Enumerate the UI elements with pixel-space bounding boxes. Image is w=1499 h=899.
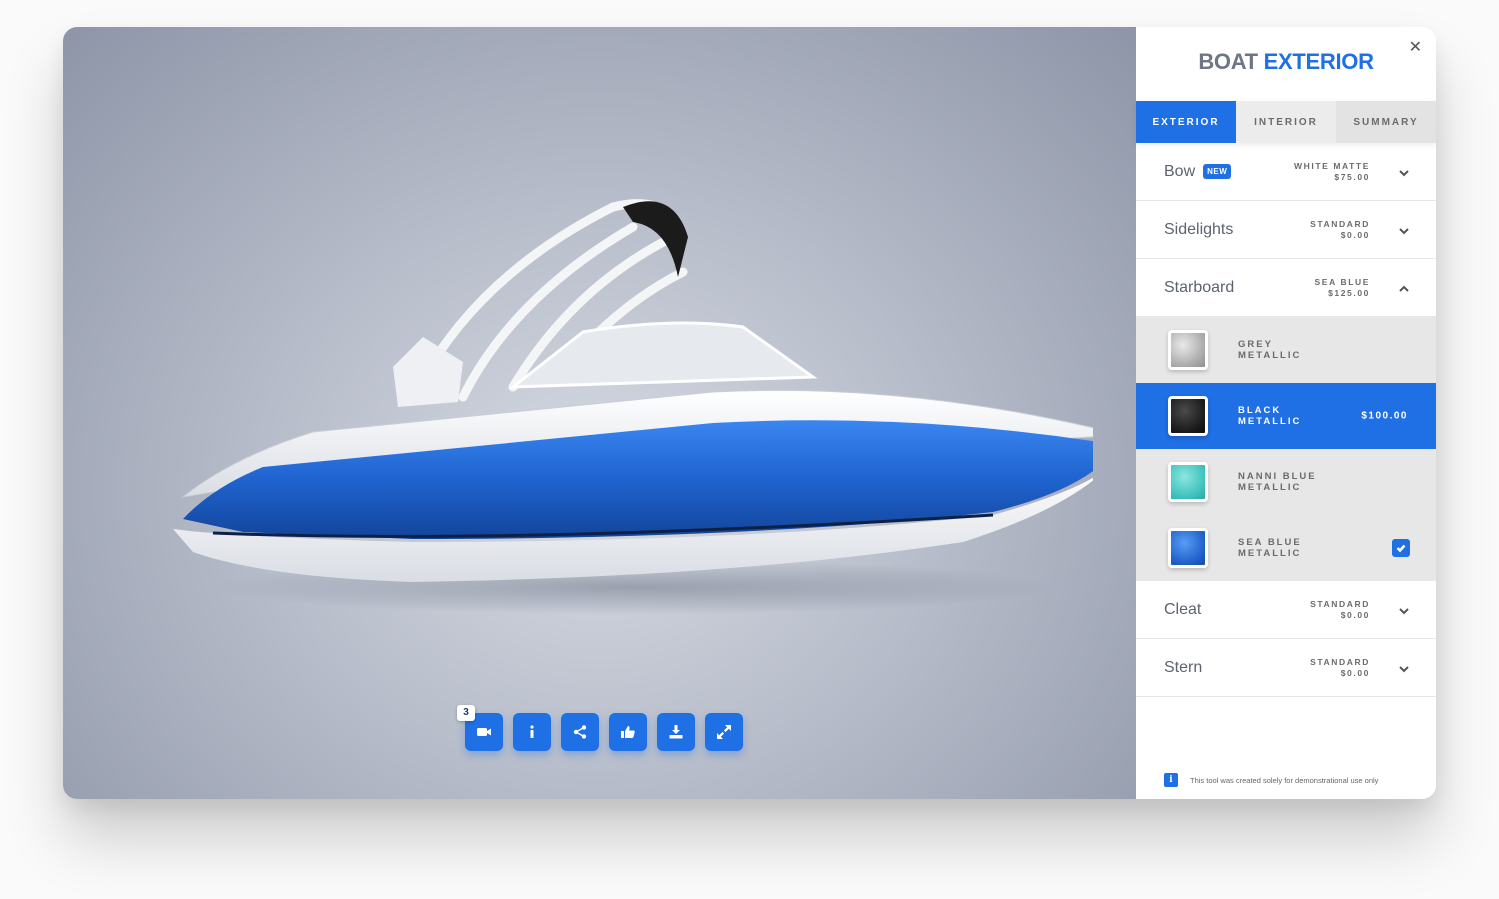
chevron-down-icon	[1398, 224, 1410, 236]
option-row-cleat[interactable]: Cleat STANDARD $0.00	[1136, 581, 1436, 639]
thumbs-up-icon	[621, 726, 635, 738]
swatch-black-metallic	[1168, 396, 1208, 436]
video-camera-icon	[477, 728, 491, 736]
configurator-window: 3 ✕ BOAT EXTERIOR EXTERIOR INTERIOR SUMM…	[63, 27, 1436, 799]
expand-icon	[717, 725, 731, 739]
swatch-row-black-metallic[interactable]: BLACK METALLIC $100.00	[1136, 383, 1436, 449]
info-icon	[530, 725, 534, 738]
checkmark-icon[interactable]	[1392, 539, 1410, 557]
swatch-row-nanni-blue-metallic[interactable]: NANNI BLUE METALLIC	[1136, 449, 1436, 515]
option-name: Cleat	[1164, 600, 1202, 618]
like-button[interactable]	[609, 713, 647, 751]
swatch-price: $100.00	[1361, 410, 1408, 422]
options-list: Bow NEW WHITE MATTE $75.00 Sidelights ST…	[1136, 143, 1436, 697]
boat-viewer[interactable]: 3	[63, 27, 1136, 799]
disclaimer-text: This tool was created solely for demonst…	[1190, 775, 1379, 785]
download-icon	[669, 725, 683, 739]
tab-interior[interactable]: INTERIOR	[1236, 101, 1336, 143]
tab-exterior[interactable]: EXTERIOR	[1136, 101, 1236, 143]
info-button[interactable]	[513, 713, 551, 751]
video-button[interactable]: 3	[457, 705, 503, 751]
option-row-sidelights[interactable]: Sidelights STANDARD $0.00	[1136, 201, 1436, 259]
share-button[interactable]	[561, 713, 599, 751]
option-name: Sidelights	[1164, 220, 1234, 238]
swatch-list: GREY METALLIC BLACK METALLIC $100.00 NAN	[1136, 317, 1436, 581]
option-value: WHITE MATTE $75.00	[1294, 160, 1370, 182]
chevron-down-icon	[1398, 662, 1410, 674]
viewer-toolbar: 3	[457, 705, 743, 751]
panel-title: BOAT EXTERIOR	[1198, 49, 1374, 74]
option-value: SEA BLUE $125.00	[1314, 276, 1370, 298]
swatch-label: NANNI BLUE METALLIC	[1238, 471, 1317, 493]
video-count-badge: 3	[457, 705, 475, 721]
option-value: STANDARD $0.00	[1310, 598, 1370, 620]
tab-summary[interactable]: SUMMARY	[1336, 101, 1436, 143]
share-icon	[573, 725, 587, 739]
swatch-row-grey-metallic[interactable]: GREY METALLIC	[1136, 317, 1436, 383]
fullscreen-button[interactable]	[705, 713, 743, 751]
boat-image	[173, 199, 1093, 615]
swatch-label: GREY METALLIC	[1238, 339, 1302, 361]
options-panel: ✕ BOAT EXTERIOR EXTERIOR INTERIOR SUMMAR…	[1136, 27, 1436, 799]
option-row-starboard[interactable]: Starboard SEA BLUE $125.00	[1136, 259, 1436, 317]
disclaimer: i This tool was created solely for demon…	[1164, 773, 1378, 787]
chevron-down-icon	[1398, 166, 1410, 178]
swatch-label: BLACK METALLIC	[1238, 405, 1302, 427]
swatch-grey-metallic	[1168, 330, 1208, 370]
option-row-stern[interactable]: Stern STANDARD $0.00	[1136, 639, 1436, 697]
chevron-up-icon	[1398, 282, 1410, 294]
option-name: Bow	[1164, 162, 1196, 180]
option-name: Starboard	[1164, 278, 1235, 296]
download-button[interactable]	[657, 713, 695, 751]
option-value: STANDARD $0.00	[1310, 218, 1370, 240]
option-value: STANDARD $0.00	[1310, 656, 1370, 678]
option-row-bow[interactable]: Bow NEW WHITE MATTE $75.00	[1136, 143, 1436, 201]
swatch-nanni-blue-metallic	[1168, 462, 1208, 502]
swatch-sea-blue-metallic	[1168, 528, 1208, 568]
swatch-row-sea-blue-metallic[interactable]: SEA BLUE METALLIC	[1136, 515, 1436, 581]
tab-bar: EXTERIOR INTERIOR SUMMARY	[1136, 101, 1436, 143]
new-badge: NEW	[1203, 164, 1232, 179]
option-name: Stern	[1164, 658, 1203, 676]
chevron-down-icon	[1398, 604, 1410, 616]
info-icon: i	[1164, 773, 1178, 787]
swatch-label: SEA BLUE METALLIC	[1238, 537, 1302, 559]
